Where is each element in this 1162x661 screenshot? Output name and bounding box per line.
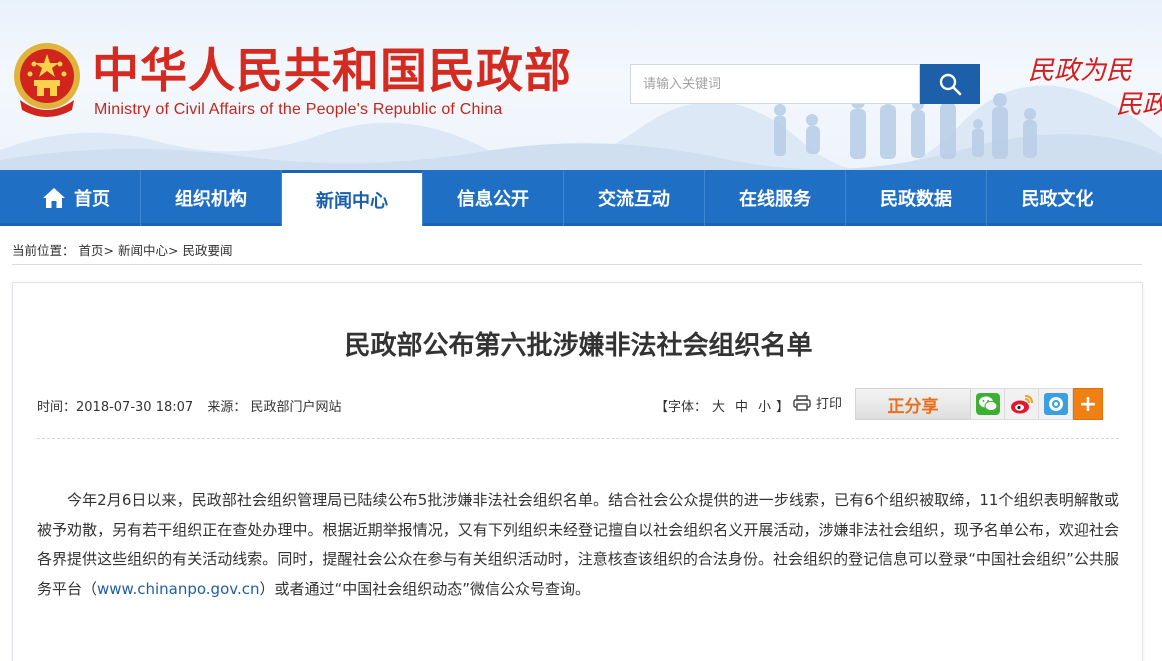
nav-item-label: 新闻中心	[316, 190, 388, 212]
nav-item-civil-culture[interactable]: 民政文化	[987, 170, 1128, 226]
nav-item-news-center[interactable]: 新闻中心	[282, 170, 423, 226]
nav-item-label: 在线服务	[739, 189, 811, 210]
site-subtitle: Ministry of Civil Affairs of the People'…	[94, 101, 503, 118]
search-input[interactable]	[630, 64, 920, 104]
nav-item-label: 首页	[74, 189, 110, 210]
national-emblem-logo	[14, 43, 80, 117]
slogan-calligraphy: 民政为民 民政	[1028, 50, 1162, 122]
article-source: 民政部门户网站	[250, 400, 342, 415]
site-title: 中华人民共和国民政部	[92, 44, 572, 99]
chinanpo-link[interactable]: www.chinanpo.gov.cn	[97, 580, 259, 598]
site-header: 中华人民共和国民政部 Ministry of Civil Affairs of …	[0, 0, 1162, 170]
nav-item-interaction[interactable]: 交流互动	[564, 170, 705, 226]
nav-item-info-disclosure[interactable]: 信息公开	[423, 170, 564, 226]
breadcrumb-home[interactable]: 首页>	[79, 243, 114, 258]
font-label-close: 】	[776, 400, 790, 415]
share-weibo-button[interactable]	[1005, 388, 1039, 420]
slogan-line-2: 民政	[1116, 90, 1162, 120]
wechat-icon	[975, 393, 1000, 415]
font-medium-button[interactable]: 中	[735, 400, 748, 415]
source-label: 来源：	[207, 400, 247, 415]
search-icon	[939, 73, 962, 96]
breadcrumb-current[interactable]: 民政要闻	[182, 243, 232, 258]
printer-icon	[793, 394, 811, 411]
breadcrumb-divider	[12, 264, 1142, 265]
weibo-icon	[1010, 395, 1033, 414]
home-icon	[42, 187, 66, 209]
share-qq-button[interactable]	[1039, 388, 1073, 420]
font-large-button[interactable]: 大	[712, 400, 725, 415]
breadcrumb-prefix: 当前位置：	[12, 243, 75, 258]
print-label: 打印	[816, 397, 843, 412]
time-label: 时间：	[37, 400, 77, 415]
nav-item-label: 民政数据	[880, 189, 952, 210]
breadcrumb-news-center[interactable]: 新闻中心>	[118, 243, 178, 258]
nav-item-organization[interactable]: 组织机构	[141, 170, 282, 226]
nav-item-civil-data[interactable]: 民政数据	[846, 170, 987, 226]
meta-divider	[37, 438, 1119, 439]
nav-item-online-service[interactable]: 在线服务	[705, 170, 846, 226]
main-nav: 首页 组织机构 新闻中心 信息公开 交流互动 在线服务 民政数据 民政文化	[0, 170, 1162, 226]
share-bar: 正分享 +	[855, 388, 1119, 420]
nav-item-label: 组织机构	[175, 189, 247, 210]
font-small-button[interactable]: 小	[758, 400, 771, 415]
article-title: 民政部公布第六批涉嫌非法社会组织名单	[344, 331, 813, 361]
search-button[interactable]	[920, 64, 980, 104]
article-meta: 时间：2018-07-30 18:07 来源： 民政部门户网站	[37, 396, 341, 415]
font-size-control: 【字体： 大中小】	[655, 396, 789, 415]
article-body-text-2: ）或者通过“中国社会组织动态”微信公众号查询。	[259, 579, 591, 598]
slogan-line-1: 民政为民	[1028, 56, 1133, 86]
qq-icon	[1043, 393, 1068, 415]
font-label-open: 【字体：	[655, 400, 708, 415]
print-button[interactable]: 打印	[793, 393, 842, 412]
nav-item-label: 信息公开	[457, 189, 529, 210]
nav-item-label: 民政文化	[1021, 189, 1094, 210]
nav-item-label: 交流互动	[598, 189, 670, 210]
share-wechat-button[interactable]	[971, 388, 1005, 420]
share-label: 正分享	[855, 388, 971, 420]
breadcrumb: 当前位置： 首页> 新闻中心> 民政要闻	[12, 240, 237, 259]
article-panel: 民政部公布第六批涉嫌非法社会组织名单 时间：2018-07-30 18:07 来…	[12, 282, 1143, 661]
share-more-button[interactable]: +	[1073, 388, 1103, 420]
publish-time: 2018-07-30 18:07	[76, 400, 194, 415]
nav-item-home[interactable]: 首页	[0, 170, 141, 226]
article-body: 今年2月6日以来，民政部社会组织管理局已陆续公布5批涉嫌非法社会组织名单。结合社…	[37, 486, 1119, 604]
